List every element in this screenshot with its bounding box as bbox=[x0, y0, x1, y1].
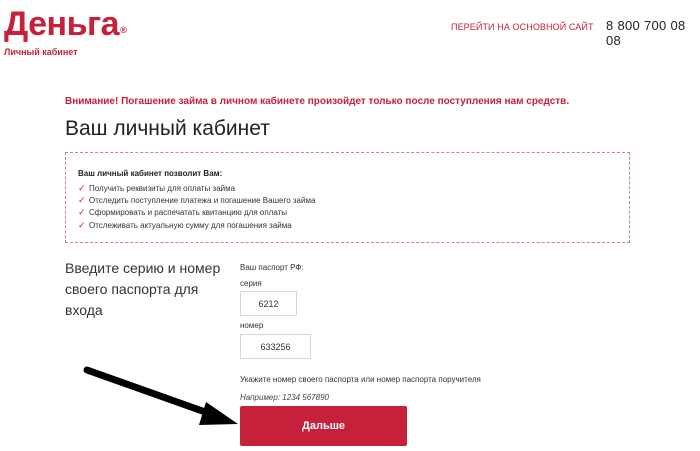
arrow-shaft bbox=[83, 366, 226, 422]
arrow-head bbox=[199, 402, 238, 425]
pointer-arrow bbox=[83, 366, 238, 425]
